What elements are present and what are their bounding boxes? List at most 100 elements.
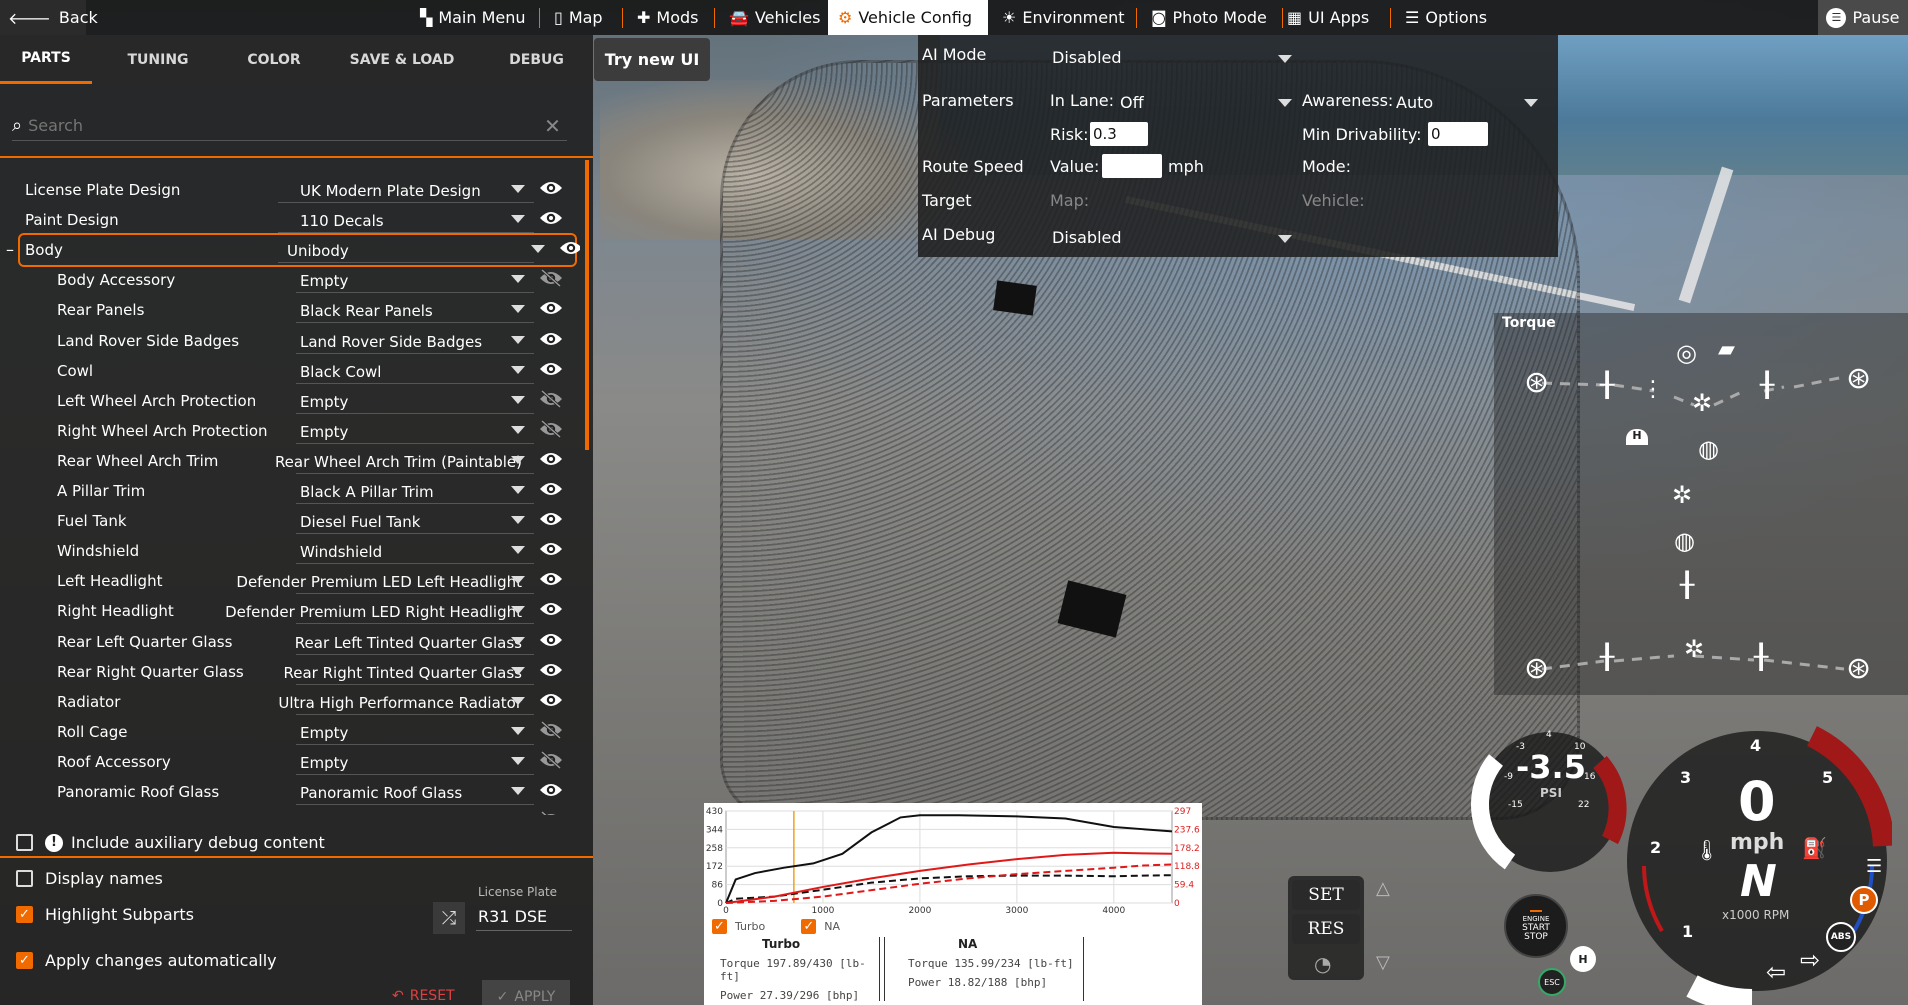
- menu-main-menu[interactable]: ▚ Main Menu: [410, 0, 536, 35]
- part-select[interactable]: Black Rear Panels: [300, 302, 433, 320]
- eye-off-icon[interactable]: [539, 750, 563, 770]
- chevron-down-icon[interactable]: [511, 696, 525, 705]
- part-row[interactable]: Body Accessory Empty: [0, 265, 575, 295]
- part-select[interactable]: Empty: [300, 724, 348, 742]
- chevron-down-icon[interactable]: [511, 787, 525, 795]
- eye-icon[interactable]: [539, 449, 563, 469]
- chevron-down-icon[interactable]: [511, 185, 525, 193]
- chevron-down-icon[interactable]: [511, 516, 525, 525]
- ai-mode-select[interactable]: Disabled: [1052, 48, 1122, 67]
- eye-icon[interactable]: [539, 539, 563, 559]
- in-lane-select[interactable]: Off: [1120, 93, 1144, 112]
- menu-options[interactable]: ☰ Options: [1395, 0, 1497, 35]
- chevron-down-icon[interactable]: [531, 245, 545, 254]
- part-select[interactable]: Empty: [300, 393, 348, 411]
- part-row[interactable]: Roof Accessory Empty: [0, 747, 575, 777]
- part-row[interactable]: Rear Left Quarter Glass Rear Left Tinted …: [0, 627, 575, 657]
- part-row[interactable]: Rear Panels Black Rear Panels: [0, 295, 575, 325]
- part-row[interactable]: Radiator Ultra High Performance Radiator: [0, 687, 575, 717]
- part-row[interactable]: Right Headlight Defender Premium LED Righ…: [0, 596, 575, 626]
- chevron-down-icon[interactable]: ▽: [1376, 952, 1390, 973]
- engine-start-stop-button[interactable]: ENGINE START STOP: [1504, 894, 1568, 958]
- eye-icon[interactable]: [539, 479, 563, 499]
- chevron-down-icon[interactable]: [511, 455, 525, 464]
- apply-button[interactable]: ✓ APPLY: [482, 980, 570, 1005]
- route-speed-input[interactable]: [1102, 154, 1162, 178]
- tab-tuning[interactable]: TUNING: [92, 35, 224, 84]
- part-row[interactable]: Left Wheel Arch Protection Empty: [0, 386, 575, 416]
- menu-vehicles[interactable]: 🚘 Vehicles: [719, 0, 830, 35]
- part-row[interactable]: A Pillar Trim Black A Pillar Trim: [0, 476, 575, 506]
- chevron-down-icon[interactable]: [511, 305, 525, 314]
- part-select[interactable]: Rear Wheel Arch Trim (Paintable): [275, 453, 522, 471]
- chevron-down-icon[interactable]: [511, 666, 525, 675]
- part-row[interactable]: License Plate Design UK Modern Plate Desi…: [0, 175, 575, 205]
- back-button[interactable]: 🡐 Back: [0, 0, 98, 35]
- part-row[interactable]: Left Headlight Defender Premium LED Left …: [0, 566, 575, 596]
- checkbox[interactable]: [16, 834, 33, 851]
- menu-mods[interactable]: ✚ Mods: [627, 0, 709, 35]
- part-select[interactable]: Empty: [300, 423, 348, 441]
- part-select[interactable]: Ultra High Performance Radiator: [278, 694, 522, 712]
- close-icon[interactable]: ✕: [544, 114, 561, 138]
- tab-debug[interactable]: DEBUG: [480, 35, 593, 84]
- cruise-resume-button[interactable]: RES: [1292, 914, 1360, 944]
- menu-environment[interactable]: ☀ Environment: [992, 0, 1135, 35]
- eye-icon[interactable]: [539, 569, 563, 589]
- part-select[interactable]: Panoramic Roof Glass: [300, 784, 462, 802]
- ai-debug-select[interactable]: Disabled: [1052, 228, 1122, 247]
- chevron-down-icon[interactable]: [511, 606, 525, 615]
- part-select[interactable]: Defender Premium LED Left Headlight: [236, 573, 522, 591]
- part-select[interactable]: Land Rover Side Badges: [300, 333, 482, 351]
- chevron-down-icon[interactable]: [511, 425, 525, 434]
- part-select[interactable]: Rear Right Tinted Quarter Glass: [284, 664, 522, 682]
- shuffle-button[interactable]: ⤮: [433, 902, 465, 934]
- part-select[interactable]: Empty: [300, 754, 348, 772]
- include-aux-checkbox[interactable]: ! Include auxiliary debug content: [16, 833, 325, 852]
- chevron-down-icon[interactable]: [1278, 99, 1292, 107]
- checkbox[interactable]: ✓: [16, 906, 33, 923]
- chevron-down-icon[interactable]: [1278, 55, 1292, 63]
- chevron-down-icon[interactable]: [511, 486, 525, 494]
- eye-icon[interactable]: [559, 238, 580, 258]
- collapse-icon[interactable]: –: [6, 240, 14, 259]
- awareness-select[interactable]: Auto: [1396, 93, 1433, 112]
- eye-icon[interactable]: [539, 780, 563, 800]
- menu-ui-apps[interactable]: ▦ UI Apps: [1277, 0, 1379, 35]
- turbo-checkbox[interactable]: ✓: [712, 919, 727, 934]
- part-select[interactable]: Defender Premium LED Right Headlight: [225, 603, 522, 621]
- checkbox[interactable]: ✓: [16, 952, 33, 969]
- part-row[interactable]: Panoramic Roof Glass Panoramic Roof Glass: [0, 777, 575, 807]
- chevron-down-icon[interactable]: [511, 546, 525, 555]
- eye-icon[interactable]: [539, 599, 563, 619]
- part-select[interactable]: Rear Left Tinted Quarter Glass: [295, 634, 522, 652]
- eye-icon[interactable]: [539, 208, 563, 228]
- part-row[interactable]: Land Rover Side Badges Land Rover Side Ba…: [0, 326, 575, 356]
- pause-button[interactable]: ☰ Pause: [1818, 0, 1908, 35]
- part-select[interactable]: Black Cowl: [300, 363, 381, 381]
- eye-icon[interactable]: [539, 690, 563, 710]
- part-row[interactable]: Cowl Black Cowl: [0, 356, 575, 386]
- scrollbar[interactable]: [585, 160, 589, 450]
- part-row[interactable]: – Body Unibody: [6, 233, 580, 268]
- eye-icon[interactable]: [539, 298, 563, 318]
- try-new-ui-button[interactable]: Try new UI: [594, 38, 710, 81]
- menu-vehicle-config[interactable]: ⚙ Vehicle Config: [828, 0, 988, 35]
- part-select[interactable]: Black A Pillar Trim: [300, 483, 434, 501]
- min-drivability-input[interactable]: [1428, 122, 1488, 146]
- part-row[interactable]: Roof Rack Empty: [0, 807, 575, 815]
- eye-icon[interactable]: [539, 329, 563, 349]
- checkbox[interactable]: [16, 870, 33, 887]
- tab-color[interactable]: COLOR: [224, 35, 324, 84]
- part-select[interactable]: Diesel Fuel Tank: [300, 513, 420, 531]
- eye-off-icon[interactable]: [539, 268, 563, 288]
- cruise-set-button[interactable]: SET: [1292, 880, 1360, 910]
- part-select[interactable]: Empty: [300, 814, 348, 815]
- part-row[interactable]: Rear Right Quarter Glass Rear Right Tinte…: [0, 657, 575, 687]
- eye-off-icon[interactable]: [539, 720, 563, 740]
- chevron-down-icon[interactable]: [511, 756, 525, 765]
- risk-input[interactable]: [1090, 122, 1148, 146]
- na-checkbox[interactable]: ✓: [801, 919, 817, 934]
- license-plate-input[interactable]: [476, 903, 572, 931]
- chevron-down-icon[interactable]: [1278, 235, 1292, 243]
